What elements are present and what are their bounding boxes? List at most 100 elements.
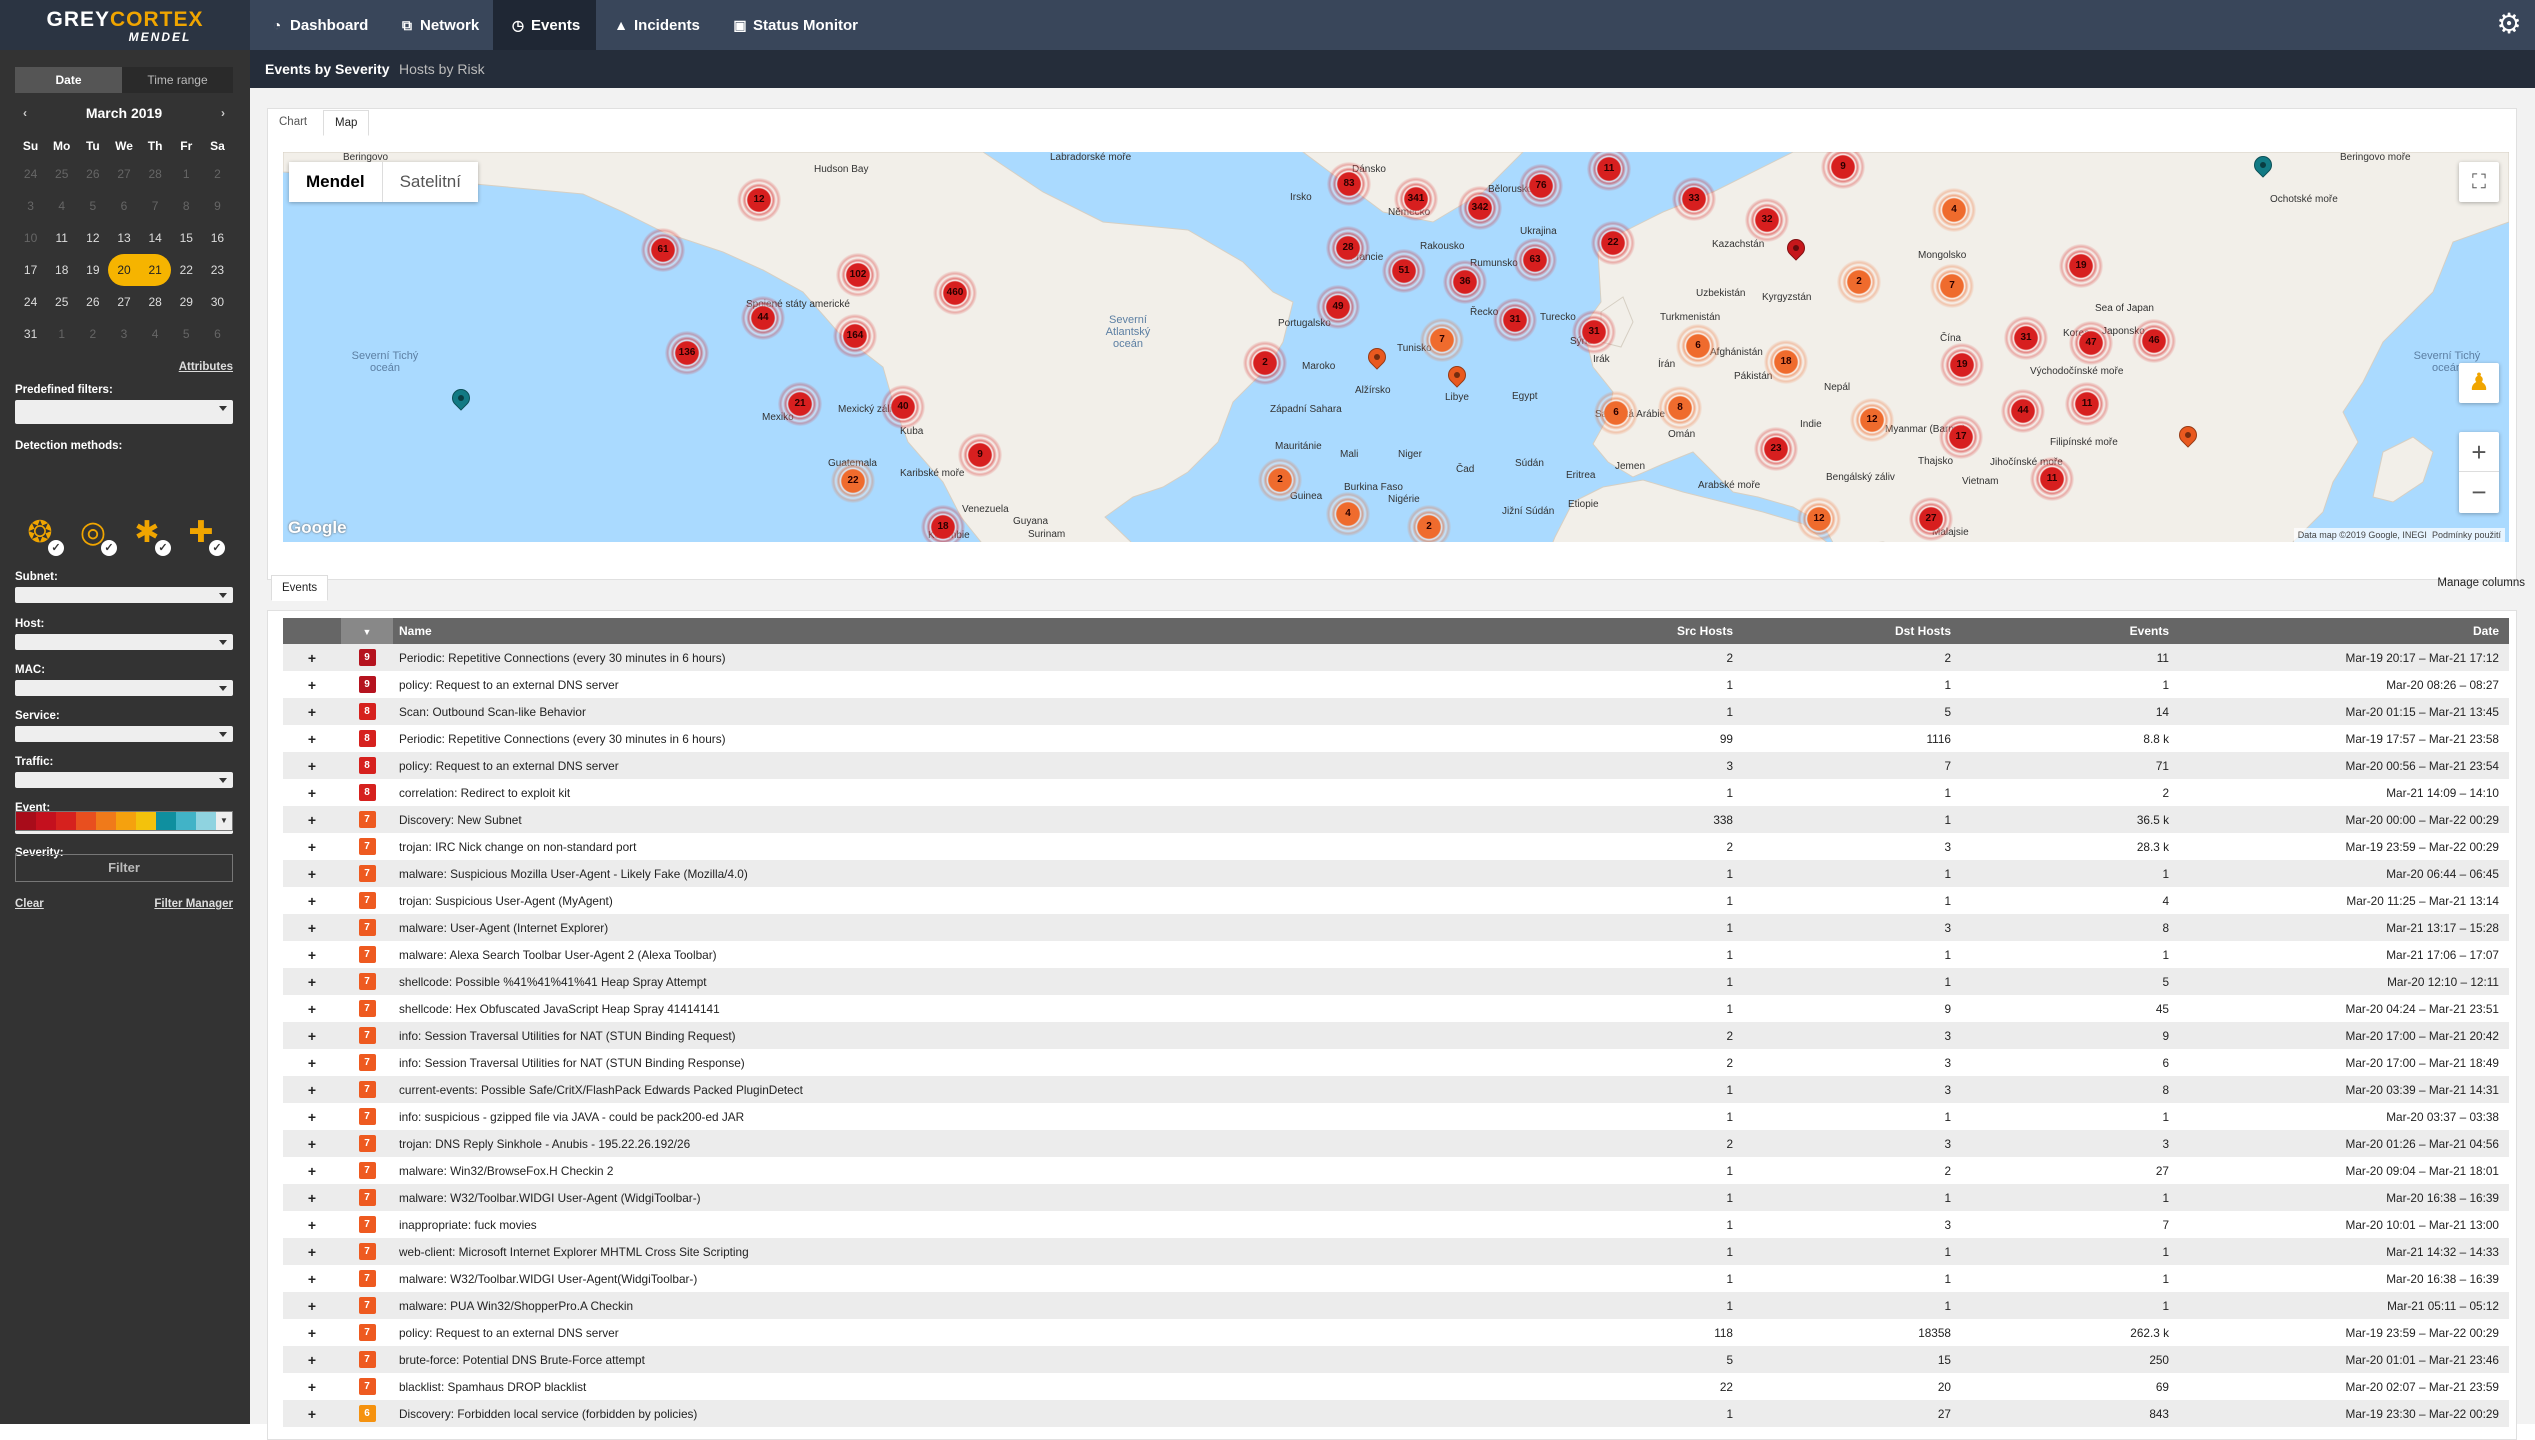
nav-status-monitor[interactable]: ▣ Status Monitor (715, 0, 874, 50)
map-cluster-marker[interactable]: 11 (2030, 457, 2074, 501)
map-cluster-marker[interactable]: 12 (1797, 497, 1841, 541)
table-row[interactable]: +7 malware: PUA Win32/ShopperPro.A Checki… (283, 1292, 2509, 1319)
expand-plus-icon[interactable]: + (289, 1352, 335, 1368)
calendar-day[interactable]: 29 (171, 286, 202, 318)
table-row[interactable]: +7 malware: User-Agent (Internet Explorer… (283, 914, 2509, 941)
map-cluster-marker[interactable]: 11 (2065, 382, 2109, 426)
expand-plus-icon[interactable]: + (289, 1055, 335, 1071)
map-cluster-marker[interactable]: 6 (1594, 391, 1638, 435)
map-cluster-marker[interactable]: 9 (958, 433, 1002, 477)
table-row[interactable]: +7 shellcode: Possible %41%41%41%41 Heap … (283, 968, 2509, 995)
map-cluster-marker[interactable]: 8 (1658, 386, 1702, 430)
map-cluster-marker[interactable]: 61 (641, 228, 685, 272)
map-cluster-marker[interactable]: 6 (1676, 324, 1720, 368)
table-row[interactable]: +8 Periodic: Repetitive Connections (ever… (283, 725, 2509, 752)
calendar-day[interactable]: 30 (202, 286, 233, 318)
map-cluster-marker[interactable]: 342 (1458, 186, 1502, 230)
table-row[interactable]: +7 policy: Request to an external DNS ser… (283, 1319, 2509, 1346)
table-row[interactable]: +7 inappropriate: fuck movies 1 3 7 Mar-20 10… (283, 1211, 2509, 1238)
severity-level-swatch[interactable] (96, 812, 116, 830)
nav-incidents[interactable]: ▲ Incidents (596, 0, 716, 50)
filter-button[interactable]: Filter (15, 854, 233, 882)
calendar-day[interactable]: 23 (202, 254, 233, 286)
map-cluster-marker[interactable]: 47 (2069, 321, 2113, 365)
map-cluster-marker[interactable]: 22 (1591, 221, 1635, 265)
detection-medkit-icon[interactable]: ✚ ✓ (181, 514, 225, 556)
table-row[interactable]: +8 Scan: Outbound Scan-like Behavior 1 5 14 M… (283, 698, 2509, 725)
expand-plus-icon[interactable]: + (289, 677, 335, 693)
table-row[interactable]: +7 web-client: Microsoft Internet Explore… (283, 1238, 2509, 1265)
expand-plus-icon[interactable]: + (289, 839, 335, 855)
map-cluster-marker[interactable]: 2 (1407, 505, 1451, 542)
expand-plus-icon[interactable]: + (289, 731, 335, 747)
expand-plus-icon[interactable]: + (289, 1298, 335, 1314)
expand-plus-icon[interactable]: + (289, 758, 335, 774)
greycortex-logo[interactable]: GREYCORTEX MENDEL (0, 0, 250, 50)
map-cluster-marker[interactable]: 4 (1932, 188, 1976, 232)
severity-level-swatch[interactable] (76, 812, 96, 830)
map-cluster-marker[interactable]: 63 (1513, 238, 1557, 282)
severity-level-swatch[interactable] (16, 812, 36, 830)
expand-plus-icon[interactable]: + (289, 1136, 335, 1152)
expand-plus-icon[interactable]: + (289, 866, 335, 882)
table-row[interactable]: +7 malware: Suspicious Mozilla User-Agent… (283, 860, 2509, 887)
nav-dashboard[interactable]: ◔ Dashboard (252, 0, 384, 50)
map-cluster-marker[interactable]: 12 (1850, 398, 1894, 442)
map-cluster-marker[interactable]: 27 (1909, 497, 1953, 541)
calendar-day[interactable]: 19 (77, 254, 108, 286)
world-map[interactable]: IrskoDánskoNěmeckoBěloruskoUkrajinaRakou… (283, 152, 2509, 542)
severity-level-swatch[interactable] (116, 812, 136, 830)
dst-hosts-column-header[interactable]: Dst Hosts (1743, 618, 1961, 644)
expand-plus-icon[interactable]: + (289, 1001, 335, 1017)
map-cluster-marker[interactable]: 51 (1382, 249, 1426, 293)
calendar-day[interactable]: 25 (46, 286, 77, 318)
calendar-day[interactable]: 31 (15, 318, 46, 350)
expand-plus-icon[interactable]: + (289, 974, 335, 990)
map-type-satellite[interactable]: Satelitní (381, 162, 478, 202)
map-cluster-marker[interactable]: 31 (1572, 310, 1616, 354)
mac-select[interactable] (15, 680, 233, 696)
expand-plus-icon[interactable]: + (289, 812, 335, 828)
map-cluster-marker[interactable]: 31 (1493, 298, 1537, 342)
table-row[interactable]: +6 Discovery: Forbidden local service (fo… (283, 1400, 2509, 1427)
detection-fingerprint-icon[interactable]: ◎ ✓ (73, 514, 117, 556)
expand-plus-icon[interactable]: + (289, 893, 335, 909)
host-select[interactable] (15, 634, 233, 650)
map-cluster-marker[interactable]: 44 (741, 296, 785, 340)
map-cluster-marker[interactable]: 22 (831, 459, 875, 503)
tab-time-range[interactable]: Time range (122, 67, 233, 93)
severity-level-swatch[interactable] (136, 812, 156, 830)
table-row[interactable]: +7 info: suspicious - gzipped file via JA… (283, 1103, 2509, 1130)
severity-level-swatch[interactable] (196, 812, 216, 830)
map-type-mendel[interactable]: Mendel (289, 162, 382, 202)
severity-level-swatch[interactable] (156, 812, 176, 830)
table-row[interactable]: +7 shellcode: Hex Obfuscated JavaScript H… (283, 995, 2509, 1022)
calendar-day[interactable]: 14 (140, 222, 171, 254)
calendar-day[interactable]: 22 (171, 254, 202, 286)
calendar-day[interactable]: 28 (140, 286, 171, 318)
map-cluster-marker[interactable]: 21 (778, 382, 822, 426)
tab-events-by-severity[interactable]: Events by Severity (265, 50, 390, 88)
expand-plus-icon[interactable]: + (289, 1082, 335, 1098)
map-cluster-marker[interactable]: 9 (1821, 152, 1865, 189)
map-cluster-marker[interactable]: 18 (921, 505, 965, 542)
events-column-header[interactable]: Events (1961, 618, 2179, 644)
calendar-day[interactable]: 27 (108, 286, 139, 318)
map-cluster-marker[interactable]: 17 (1939, 415, 1983, 459)
zoom-in-button[interactable]: + (2459, 432, 2499, 472)
table-row[interactable]: +8 policy: Request to an external DNS ser… (283, 752, 2509, 779)
map-cluster-marker[interactable]: 4 (1326, 492, 1370, 536)
clear-link[interactable]: Clear (15, 898, 44, 910)
calendar-day-selected[interactable]: 21 (139, 254, 171, 286)
subnet-select[interactable] (15, 587, 233, 603)
attributes-link[interactable]: Attributes (179, 361, 233, 373)
map-cluster-marker[interactable]: 40 (881, 385, 925, 429)
calendar-day-selected[interactable]: 20 (108, 254, 140, 286)
severity-level-swatch[interactable] (56, 812, 76, 830)
expand-plus-icon[interactable]: + (289, 704, 335, 720)
table-row[interactable]: +7 current-events: Possible Safe/CritX/Fl… (283, 1076, 2509, 1103)
table-row[interactable]: +7 trojan: Suspicious User-Agent (MyAgent… (283, 887, 2509, 914)
calendar-day[interactable]: 12 (77, 222, 108, 254)
expand-plus-icon[interactable]: + (289, 1190, 335, 1206)
expand-plus-icon[interactable]: + (289, 1271, 335, 1287)
